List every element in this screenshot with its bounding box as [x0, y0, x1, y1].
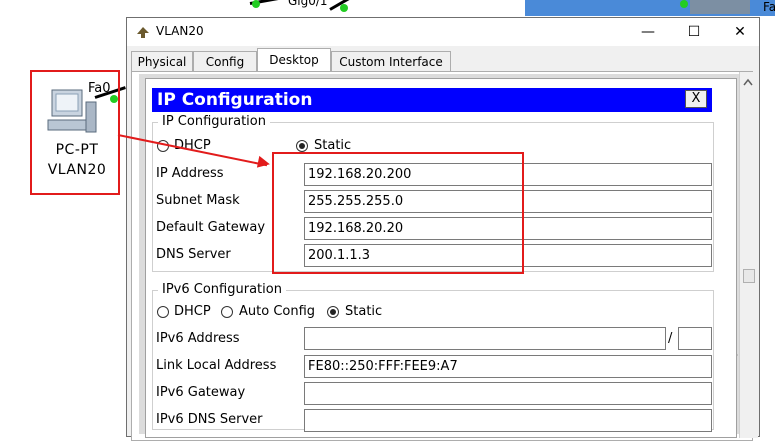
ipv6-address-label: IPv6 Address: [156, 331, 240, 346]
tab-physical[interactable]: Physical: [131, 51, 193, 71]
pc-device[interactable]: Fa0 PC-PT VLAN20: [30, 70, 120, 195]
port-label-top: Gig0/1: [288, 0, 328, 8]
ipv6-auto-config-label: Auto Config: [239, 304, 316, 319]
port-label-right: Fa: [763, 0, 775, 14]
scroll-thumb[interactable]: [743, 269, 755, 283]
ipv4-static-label: Static: [314, 138, 352, 153]
ipv6-static-radio[interactable]: [327, 306, 339, 318]
ip-address-label: IP Address: [156, 166, 224, 181]
scroll-up-arrow[interactable]: [742, 76, 754, 86]
link-local-field[interactable]: FE80::250:FFF:FEE9:A7: [304, 355, 712, 378]
subnet-mask-label: Subnet Mask: [156, 193, 240, 208]
prefix-separator: /: [668, 331, 673, 346]
pc-name-label: VLAN20: [47, 162, 107, 178]
ipv4-group-title: IP Configuration: [158, 114, 270, 129]
tab-desktop[interactable]: Desktop: [257, 48, 331, 72]
tab-config[interactable]: Config: [193, 51, 257, 71]
vertical-scrollbar[interactable]: [739, 72, 758, 438]
ipv6-dhcp-radio[interactable]: [157, 306, 169, 318]
maximize-button[interactable]: ☐: [671, 18, 717, 46]
ipv6-prefix-field[interactable]: [678, 327, 712, 350]
ipv6-group-title: IPv6 Configuration: [158, 282, 286, 297]
window-title: VLAN20: [156, 24, 204, 38]
close-button[interactable]: ✕: [717, 18, 763, 46]
dns-server-label: DNS Server: [156, 247, 231, 262]
default-gateway-label: Default Gateway: [156, 220, 266, 235]
ipv6-dns-field[interactable]: [304, 409, 712, 432]
annotation-arrow-head: [256, 155, 272, 171]
ipv6-static-label: Static: [345, 304, 383, 319]
ipv6-auto-config-radio[interactable]: [221, 306, 233, 318]
ipv6-gateway-label: IPv6 Gateway: [156, 385, 246, 400]
tab-custom-interface[interactable]: Custom Interface: [331, 51, 451, 71]
ipv6-dhcp-label: DHCP: [174, 304, 211, 319]
ipv4-static-radio[interactable]: [296, 140, 308, 152]
ipv6-address-field[interactable]: [304, 327, 666, 350]
highlight-box: [272, 152, 524, 274]
link-status-dot: [252, 0, 260, 8]
window-titlebar[interactable]: VLAN20 — ☐ ✕: [127, 18, 759, 46]
switch-device-icon[interactable]: [690, 0, 750, 14]
ip-config-title: IP Configuration: [157, 90, 313, 110]
ip-config-close-button[interactable]: X: [685, 90, 707, 108]
ipv6-gateway-field[interactable]: [304, 382, 712, 405]
app-icon: [137, 27, 149, 38]
ip-config-header: IP Configuration X: [152, 88, 712, 112]
link-local-label: Link Local Address: [156, 358, 277, 373]
ipv6-dns-label: IPv6 DNS Server: [156, 412, 263, 427]
pc-computer-icon: [47, 89, 97, 133]
minimize-button[interactable]: —: [625, 18, 671, 46]
link-status-dot: [680, 0, 688, 8]
pc-type-label: PC-PT: [55, 142, 99, 158]
link-status-dot: [340, 4, 348, 12]
